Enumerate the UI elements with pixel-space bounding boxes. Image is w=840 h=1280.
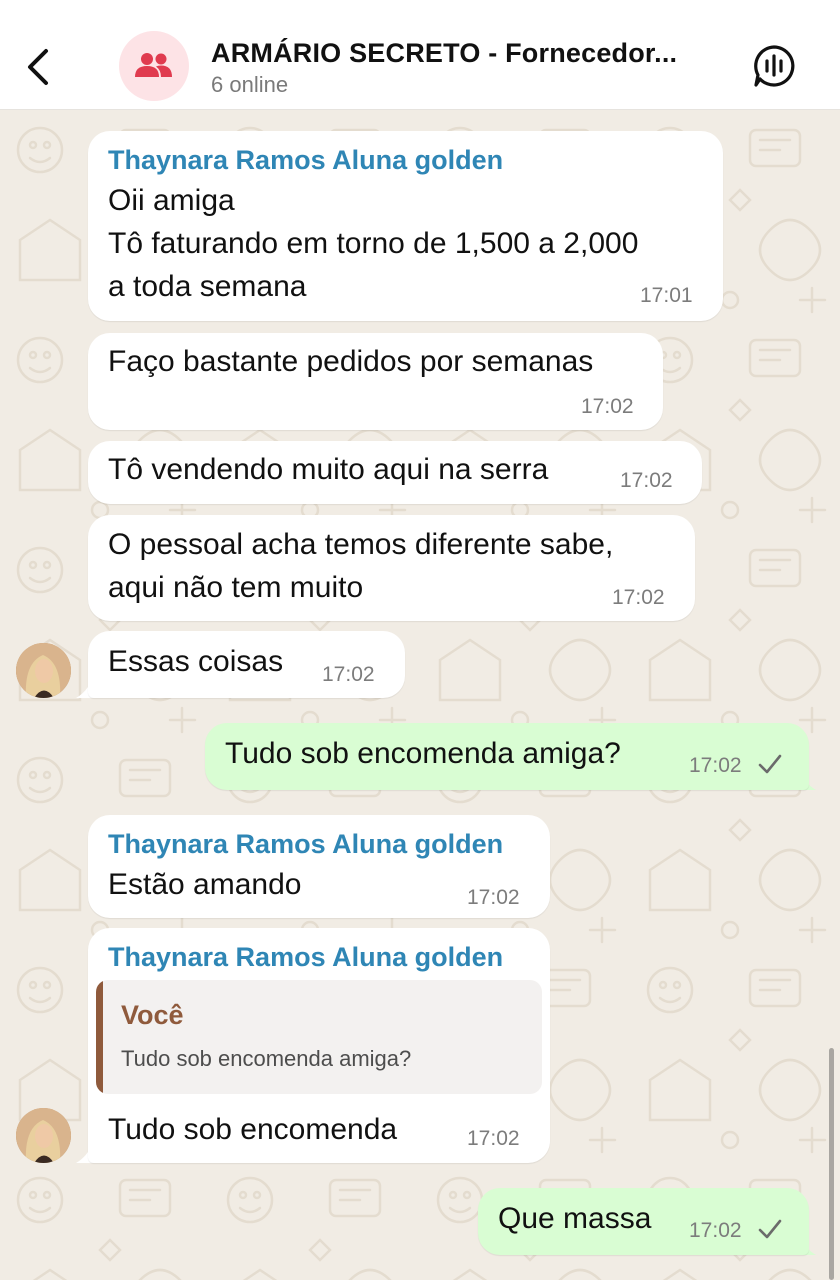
group-avatar[interactable] bbox=[119, 31, 189, 101]
message-text: Oii amiga bbox=[108, 184, 235, 217]
quoted-text: Tudo sob encomenda amiga? bbox=[121, 1046, 412, 1071]
quoted-message[interactable]: Você Tudo sob encomenda amiga? bbox=[96, 980, 542, 1094]
message-list[interactable]: Thaynara Ramos Aluna golden Oii amiga Tô… bbox=[0, 110, 840, 1280]
sent-check-icon bbox=[758, 754, 782, 774]
sender-avatar[interactable] bbox=[16, 643, 71, 698]
voice-chat-button[interactable] bbox=[750, 42, 798, 90]
message-bubble[interactable]: Thaynara Ramos Aluna golden Estão amando… bbox=[88, 815, 550, 918]
person-photo bbox=[16, 643, 71, 698]
sender-avatar[interactable] bbox=[16, 1108, 71, 1163]
message-time: 17:02 bbox=[581, 395, 634, 418]
quoted-sender: Você bbox=[121, 1000, 184, 1030]
message-text: Tudo sob encomenda bbox=[108, 1113, 398, 1146]
message-text: Faço bastante pedidos por semanas bbox=[108, 345, 594, 378]
message-bubble[interactable]: Thaynara Ramos Aluna golden Oii amiga Tô… bbox=[88, 131, 723, 321]
message-time: 17:02 bbox=[689, 754, 742, 777]
online-status: 6 online bbox=[211, 72, 289, 97]
message-text: O pessoal acha temos diferente sabe, bbox=[108, 528, 614, 561]
message-time: 17:02 bbox=[467, 886, 520, 909]
message-bubble[interactable]: Thaynara Ramos Aluna golden Você Tudo so… bbox=[88, 928, 550, 1163]
sent-check-icon bbox=[758, 1219, 782, 1239]
scrollbar[interactable] bbox=[829, 1048, 834, 1280]
message-bubble[interactable]: Tô vendendo muito aqui na serra 17:02 bbox=[88, 441, 702, 504]
message-text: Essas coisas bbox=[108, 645, 284, 678]
group-icon bbox=[135, 53, 172, 77]
message-text: Tô faturando em torno de 1,500 a 2,000 bbox=[108, 227, 639, 260]
chat-header: ARMÁRIO SECRETO - Fornecedor... 6 online bbox=[0, 0, 840, 110]
message-bubble-outgoing[interactable]: Que massa 17:02 bbox=[478, 1188, 809, 1255]
chevron-left-icon bbox=[28, 49, 48, 85]
message-text: aqui não tem muito bbox=[108, 571, 364, 604]
message-time: 17:02 bbox=[467, 1127, 520, 1150]
message-time: 17:02 bbox=[689, 1219, 742, 1242]
message-bubble-outgoing[interactable]: Tudo sob encomenda amiga? 17:02 bbox=[205, 723, 809, 790]
message-text: Que massa bbox=[498, 1202, 652, 1235]
message-time: 17:02 bbox=[620, 469, 673, 492]
sender-name[interactable]: Thaynara Ramos Aluna golden bbox=[108, 942, 503, 973]
message-time: 17:02 bbox=[322, 663, 375, 686]
message-bubble[interactable]: O pessoal acha temos diferente sabe, aqu… bbox=[88, 515, 695, 621]
sender-name[interactable]: Thaynara Ramos Aluna golden bbox=[108, 829, 503, 860]
person-photo bbox=[16, 1108, 71, 1163]
message-text: Estão amando bbox=[108, 868, 302, 901]
message-bubble[interactable]: Essas coisas 17:02 bbox=[88, 631, 405, 698]
message-text: Tudo sob encomenda amiga? bbox=[225, 737, 621, 770]
message-text: a toda semana bbox=[108, 270, 307, 303]
voice-chat-icon bbox=[754, 45, 795, 87]
sender-name[interactable]: Thaynara Ramos Aluna golden bbox=[108, 145, 503, 176]
message-time: 17:01 bbox=[640, 284, 693, 307]
message-text: Tô vendendo muito aqui na serra bbox=[108, 453, 549, 486]
chat-title[interactable]: ARMÁRIO SECRETO - Fornecedor... bbox=[211, 38, 691, 69]
quote-accent-bar bbox=[96, 980, 103, 1094]
message-time: 17:02 bbox=[612, 586, 665, 609]
back-button[interactable] bbox=[18, 42, 58, 92]
message-bubble[interactable]: Faço bastante pedidos por semanas 17:02 bbox=[88, 333, 663, 430]
